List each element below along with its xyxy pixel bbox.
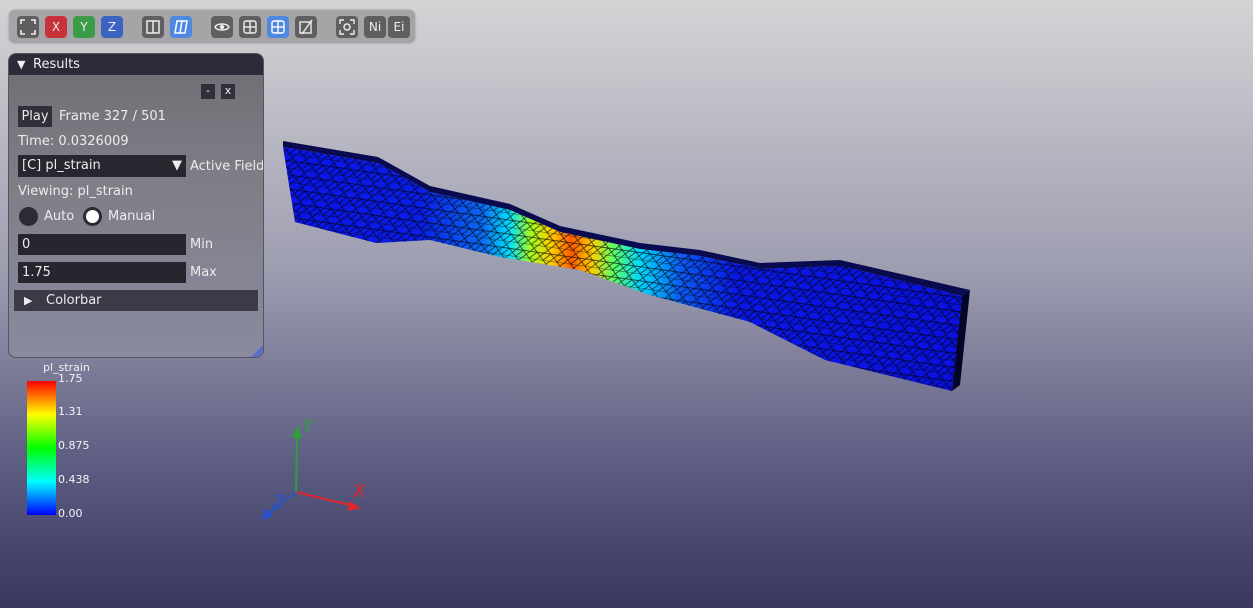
- legend-tick: 0.875: [58, 439, 90, 452]
- expand-arrow-icon: ▶: [24, 294, 33, 307]
- close-button[interactable]: x: [221, 84, 235, 99]
- axes-triad: [261, 425, 361, 520]
- auto-label: Auto: [44, 209, 75, 224]
- results-panel-header[interactable]: ▼ Results: [9, 54, 263, 75]
- x-axis-arrow-icon: [348, 501, 361, 511]
- field-select[interactable]: [C] pl_strain ▼: [18, 155, 186, 177]
- y-axis-arrow-icon: [292, 425, 302, 438]
- frame-counter: Frame 327 / 501: [59, 109, 166, 124]
- play-button[interactable]: Play: [18, 106, 52, 127]
- min-input[interactable]: 0: [18, 234, 186, 255]
- legend-tick: 0.00: [58, 507, 83, 520]
- viewing-text: Viewing: pl_strain: [18, 184, 133, 199]
- active-field-label: Active Field: [190, 159, 263, 174]
- time-readout: Time: 0.0326009: [18, 134, 129, 149]
- auto-radio[interactable]: [19, 207, 38, 226]
- legend-tick: 0.438: [58, 473, 90, 486]
- panel-title: Results: [33, 57, 80, 72]
- y-axis-line: [295, 433, 298, 493]
- max-label: Max: [190, 265, 217, 280]
- min-label: Min: [190, 237, 214, 252]
- colorbar-label: Colorbar: [46, 293, 102, 308]
- colorbar-section-header[interactable]: ▶ Colorbar: [14, 290, 258, 311]
- collapse-arrow-icon[interactable]: ▼: [17, 54, 25, 75]
- radio-selected-dot: [86, 210, 99, 223]
- manual-label: Manual: [108, 209, 156, 224]
- colorbar-gradient: [27, 381, 56, 515]
- y-axis-label: Y: [302, 416, 313, 437]
- field-select-value: [C] pl_strain: [22, 158, 101, 173]
- max-value: 1.75: [22, 265, 51, 280]
- chevron-down-icon: ▼: [172, 158, 182, 173]
- z-axis-label: Z: [272, 492, 285, 513]
- x-axis-label: X: [353, 481, 366, 502]
- resize-grip-icon[interactable]: [251, 345, 263, 357]
- results-panel: ▼ Results - x Play Frame 327 / 501 Time:…: [8, 53, 264, 358]
- minimize-button[interactable]: -: [201, 84, 215, 99]
- legend-tick: 1.75: [58, 372, 83, 385]
- specimen-mesh: [283, 141, 970, 391]
- manual-radio[interactable]: [83, 207, 102, 226]
- max-input[interactable]: 1.75: [18, 262, 186, 283]
- legend-tick: 1.31: [58, 405, 83, 418]
- x-axis-line: [295, 491, 355, 507]
- min-value: 0: [22, 237, 31, 252]
